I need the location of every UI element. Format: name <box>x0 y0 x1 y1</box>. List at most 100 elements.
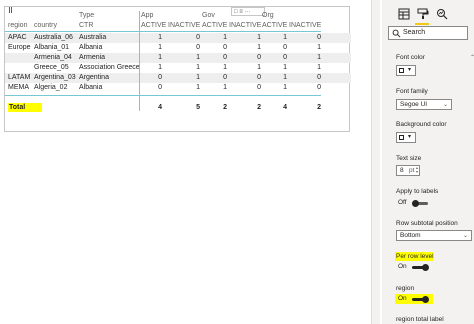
row-subtotal-position-dropdown[interactable]: Bottom ⌄ <box>396 230 472 241</box>
stepper-arrows-icon[interactable]: ▴ ▾ <box>416 166 418 174</box>
cell-value: 1 <box>196 54 200 61</box>
text-size-stepper[interactable]: 8 pt ▴ ▾ <box>396 165 420 176</box>
paint-roller-icon <box>417 8 429 19</box>
cell-value: 0 <box>158 74 162 81</box>
text-size-unit: pt <box>409 167 415 174</box>
cell-value: 0 <box>257 74 261 81</box>
col-header-org-inactive[interactable]: INACTIVE <box>289 22 321 30</box>
font-family-value: Segoe UI <box>400 101 428 108</box>
col-header-app-active[interactable]: ACTIVE <box>141 22 166 30</box>
row-type[interactable]: Australia <box>79 34 106 42</box>
row-type[interactable]: Armenia <box>79 54 105 62</box>
font-color-label: Font color <box>396 54 425 61</box>
table-row: Armenia_04 Armenia 1 1 0 0 0 1 <box>5 53 351 63</box>
matrix-visual[interactable]: □ ≡ ··· Type App Gov Org region country … <box>4 6 351 132</box>
table-fields-icon <box>398 8 410 20</box>
col-header-app-inactive[interactable]: INACTIVE <box>168 22 200 30</box>
row-region[interactable]: MEMA <box>8 84 29 92</box>
row-type[interactable]: Albania <box>79 84 102 92</box>
collapsed-pane-strip[interactable] <box>371 0 380 324</box>
row-country[interactable]: Australia_06 <box>34 34 73 42</box>
row-type[interactable]: Albania <box>79 44 102 52</box>
cell-value: 1 <box>223 84 227 91</box>
apply-to-labels-toggle[interactable]: Off <box>396 199 436 209</box>
total-value: 2 <box>223 104 227 111</box>
col-header-country[interactable]: country <box>34 22 57 30</box>
col-header-gov-active[interactable]: ACTIVE <box>202 22 227 30</box>
region-label: region <box>396 285 415 292</box>
cell-value: 1 <box>283 64 287 71</box>
cell-value: 1 <box>317 44 321 51</box>
cell-value: 1 <box>196 74 200 81</box>
region-toggle[interactable]: On <box>396 295 436 305</box>
total-value: 4 <box>283 104 287 111</box>
per-row-level-state: On <box>398 263 407 270</box>
col-header-gov-inactive[interactable]: INACTIVE <box>229 22 261 30</box>
apply-to-labels-state: Off <box>398 199 407 206</box>
cell-value: 1 <box>257 44 261 51</box>
cell-value: 0 <box>223 74 227 81</box>
row-country[interactable]: Argentina_03 <box>34 74 76 82</box>
row-region[interactable]: LATAM <box>8 74 30 82</box>
cell-value: 1 <box>283 84 287 91</box>
cell-value: 0 <box>158 84 162 91</box>
row-subtotal-position-value: Bottom <box>400 232 421 239</box>
background-color-picker[interactable]: ▾ <box>396 132 416 143</box>
apply-to-labels-label: Apply to labels <box>396 188 439 195</box>
column-separator <box>139 11 140 111</box>
text-size-value: 8 <box>400 167 404 174</box>
cell-value: 0 <box>223 44 227 51</box>
search-icon <box>392 29 401 38</box>
col-group-gov[interactable]: Gov <box>202 12 215 20</box>
cell-value: 1 <box>257 64 261 71</box>
matrix-header-row-2: region country CTR ACTIVE INACTIVE ACTIV… <box>5 21 351 31</box>
chevron-down-icon: ▾ <box>408 134 412 140</box>
toggle-knob <box>422 264 429 271</box>
row-country[interactable]: Armenia_04 <box>34 54 72 62</box>
format-tab[interactable] <box>415 6 431 22</box>
row-country[interactable]: Greece_05 <box>34 64 69 72</box>
col-group-org[interactable]: Org <box>262 12 274 20</box>
toggle-knob <box>412 200 419 207</box>
cell-value: 0 <box>283 54 287 61</box>
chevron-up-icon[interactable]: ⌃ <box>470 54 474 61</box>
cell-value: 0 <box>317 84 321 91</box>
cell-value: 0 <box>257 84 261 91</box>
fields-tab[interactable] <box>396 6 412 22</box>
header-separator <box>5 31 321 32</box>
chevron-down-icon: ⌄ <box>462 233 468 239</box>
col-header-type[interactable]: Type <box>79 12 94 20</box>
cell-value: 1 <box>317 54 321 61</box>
row-region[interactable]: Europe <box>8 44 31 52</box>
col-header-ctr[interactable]: CTR <box>79 22 93 30</box>
row-type[interactable]: Argentina <box>79 74 109 82</box>
table-row: Greece_05 Association Greece 1 1 1 1 1 1 <box>5 63 351 73</box>
chevron-down-icon: ⌄ <box>442 102 448 108</box>
toggle-knob <box>422 296 429 303</box>
analytics-tab[interactable] <box>434 6 450 22</box>
font-family-dropdown[interactable]: Segoe UI ⌄ <box>396 99 452 110</box>
search-input[interactable]: Search <box>388 26 468 40</box>
format-pane-tabs <box>392 6 472 26</box>
cell-value: 0 <box>223 54 227 61</box>
cell-value: 0 <box>317 74 321 81</box>
total-value: 2 <box>257 104 261 111</box>
cell-value: 1 <box>196 64 200 71</box>
row-type[interactable]: Association Greece <box>79 64 140 72</box>
col-header-org-active[interactable]: ACTIVE <box>262 22 287 30</box>
chevron-down-icon: ▾ <box>408 67 412 73</box>
total-separator <box>5 95 321 96</box>
cell-value: 1 <box>196 84 200 91</box>
col-header-region[interactable]: region <box>8 22 27 30</box>
cell-value: 1 <box>223 34 227 41</box>
row-country[interactable]: Algeria_02 <box>34 84 67 92</box>
row-region[interactable]: APAC <box>8 34 27 42</box>
font-color-picker[interactable]: ▾ <box>396 65 416 76</box>
per-row-level-toggle[interactable]: On <box>396 263 436 273</box>
col-group-app[interactable]: App <box>141 12 153 20</box>
format-pane: Search Font color ▾ Font family Segoe UI… <box>382 0 474 324</box>
row-country[interactable]: Albania_01 <box>34 44 69 52</box>
total-row: Total 4 5 2 2 4 2 <box>5 103 351 113</box>
total-value: 5 <box>196 104 200 111</box>
magnifier-analytics-icon <box>437 9 448 20</box>
